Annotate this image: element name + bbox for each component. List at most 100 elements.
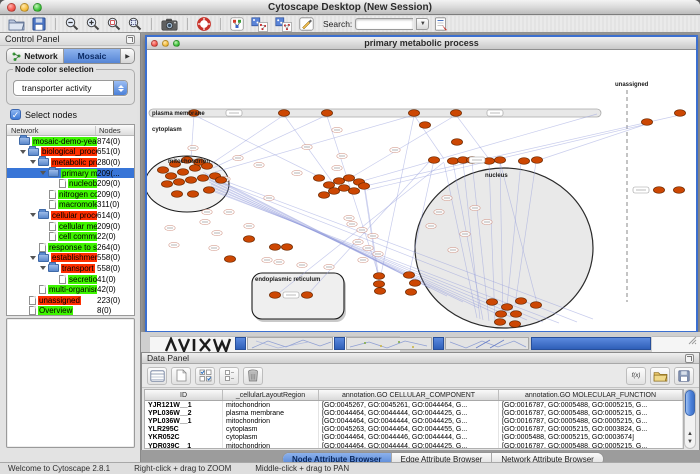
float-panel-icon[interactable] [126, 35, 135, 44]
network-node[interactable] [509, 321, 520, 328]
expander-icon[interactable] [40, 266, 46, 270]
search-dropdown-button[interactable]: ▼ [416, 18, 429, 30]
network-node[interactable] [373, 281, 384, 288]
tree-row[interactable]: nucleobase-209(0) [7, 178, 134, 189]
select-attributes-button[interactable] [195, 367, 215, 385]
enhanced-search-button[interactable] [432, 17, 450, 32]
network-node[interactable] [373, 273, 384, 280]
network-node[interactable] [486, 299, 497, 306]
table-row[interactable]: YKR052Ccytoplasm[GO:0044464, GO:0044446,… [145, 434, 683, 442]
tab-mosaic[interactable]: Mosaic [64, 49, 121, 63]
expander-icon[interactable] [30, 160, 36, 164]
network-node[interactable] [419, 122, 430, 129]
network-node[interactable] [515, 298, 526, 305]
network-node[interactable] [301, 292, 312, 299]
vizmapper-button[interactable] [228, 17, 246, 32]
network-node[interactable] [338, 185, 349, 192]
attribute-table-button[interactable] [147, 367, 167, 385]
zoom-in-button[interactable] [84, 17, 102, 32]
open-session-button[interactable] [6, 17, 27, 32]
network-node[interactable] [501, 304, 512, 311]
network-node[interactable] [343, 175, 354, 182]
formula-builder-button[interactable]: f(x) [626, 367, 646, 385]
column-header[interactable]: ID [145, 390, 223, 400]
help-button[interactable] [195, 17, 213, 32]
tree-row[interactable]: cellular process614(0) [7, 210, 134, 221]
network-node[interactable] [187, 191, 198, 198]
network-node[interactable] [197, 175, 208, 182]
network-node[interactable] [348, 188, 359, 195]
network-node[interactable] [269, 244, 280, 251]
network-node[interactable] [157, 167, 168, 174]
network-node[interactable] [189, 165, 200, 172]
attribute-list-button[interactable] [219, 367, 239, 385]
table-row[interactable]: YLR295Ccytoplasm[GO:0045263, GO:0044464,… [145, 426, 683, 434]
network-node[interactable] [333, 178, 344, 185]
network-node[interactable] [408, 110, 419, 117]
network-canvas[interactable]: plasma membranecytoplasmmitochondrionnuc… [147, 50, 696, 331]
network-node[interactable] [409, 280, 420, 287]
tree-row[interactable]: nitrogen compo209(0) [7, 189, 134, 200]
network-node[interactable] [281, 244, 292, 251]
zoom-selected-button[interactable] [105, 17, 123, 32]
network-node[interactable] [328, 188, 339, 195]
birds-eye-view[interactable] [6, 318, 135, 448]
zoom-button[interactable] [33, 3, 42, 12]
tree-row[interactable]: transport558(0) [7, 263, 134, 274]
create-view-button[interactable] [249, 17, 270, 32]
expander-icon[interactable] [30, 213, 36, 217]
network-node[interactable] [173, 179, 184, 186]
tab-overflow-button[interactable]: ▶ [121, 49, 134, 63]
tree-row[interactable]: unassigned223(0) [7, 295, 134, 306]
zoom-out-button[interactable] [63, 17, 81, 32]
save-attributes-button[interactable] [674, 367, 694, 385]
table-row[interactable]: YPL036W__2plasma membrane[GO:0044464, GO… [145, 409, 683, 417]
tree-row[interactable]: metabolic process280(0) [7, 157, 134, 168]
network-node[interactable] [510, 311, 521, 318]
table-row[interactable]: YJR121W__1mitochondrion[GO:0045267, GO:0… [145, 401, 683, 409]
tree-row[interactable]: cell communicat22(0) [7, 231, 134, 242]
tree-row[interactable]: biological_process651(0) [7, 147, 134, 158]
network-node[interactable] [673, 187, 684, 194]
resize-grip-icon[interactable] [686, 334, 697, 345]
tree-row[interactable]: primary metabol209(... [7, 168, 134, 179]
network-node[interactable] [171, 191, 182, 198]
network-node[interactable] [161, 181, 172, 188]
node-color-combobox[interactable]: transporter activity [13, 80, 128, 96]
table-row[interactable]: YPL036W__1mitochondrion[GO:0044464, GO:0… [145, 417, 683, 425]
network-node[interactable] [530, 302, 541, 309]
network-node[interactable] [494, 157, 505, 164]
network-node[interactable] [428, 157, 439, 164]
network-node[interactable] [203, 187, 214, 194]
network-node[interactable] [403, 272, 414, 279]
network-node[interactable] [531, 157, 542, 164]
network-node[interactable] [374, 288, 385, 295]
save-session-button[interactable] [30, 17, 48, 32]
network-node[interactable] [185, 177, 196, 184]
scrollbar-thumb[interactable] [685, 390, 695, 416]
new-attribute-button[interactable] [171, 367, 191, 385]
network-node[interactable] [405, 289, 416, 296]
scroll-up-icon[interactable]: ▲ [687, 431, 693, 437]
column-header-network[interactable]: Network [7, 126, 96, 135]
network-node[interactable] [243, 236, 254, 243]
network-window-titlebar[interactable]: primary metabolic process [147, 37, 696, 50]
network-node[interactable] [358, 183, 369, 190]
network-node[interactable] [653, 187, 664, 194]
minimize-button[interactable] [20, 3, 29, 12]
tab-network[interactable]: Network [7, 49, 64, 63]
network-node[interactable] [518, 158, 529, 165]
table-scrollbar[interactable]: ▲ ▼ [684, 389, 696, 449]
delete-attribute-button[interactable] [243, 367, 263, 385]
close-button[interactable] [151, 40, 158, 47]
column-header[interactable]: annotation.GO MOLECULAR_FUNCTION [499, 390, 683, 400]
network-node[interactable] [447, 158, 458, 165]
network-node[interactable] [451, 139, 462, 146]
column-header[interactable]: _cellularLayoutRegion [223, 390, 319, 400]
expander-icon[interactable] [30, 256, 36, 260]
network-node[interactable] [269, 292, 280, 299]
network-node[interactable] [224, 256, 235, 263]
tree-row[interactable]: cellular metabo209(0) [7, 221, 134, 232]
tree-row[interactable]: multi-organism pro42(0) [7, 284, 134, 295]
network-node[interactable] [215, 177, 226, 184]
